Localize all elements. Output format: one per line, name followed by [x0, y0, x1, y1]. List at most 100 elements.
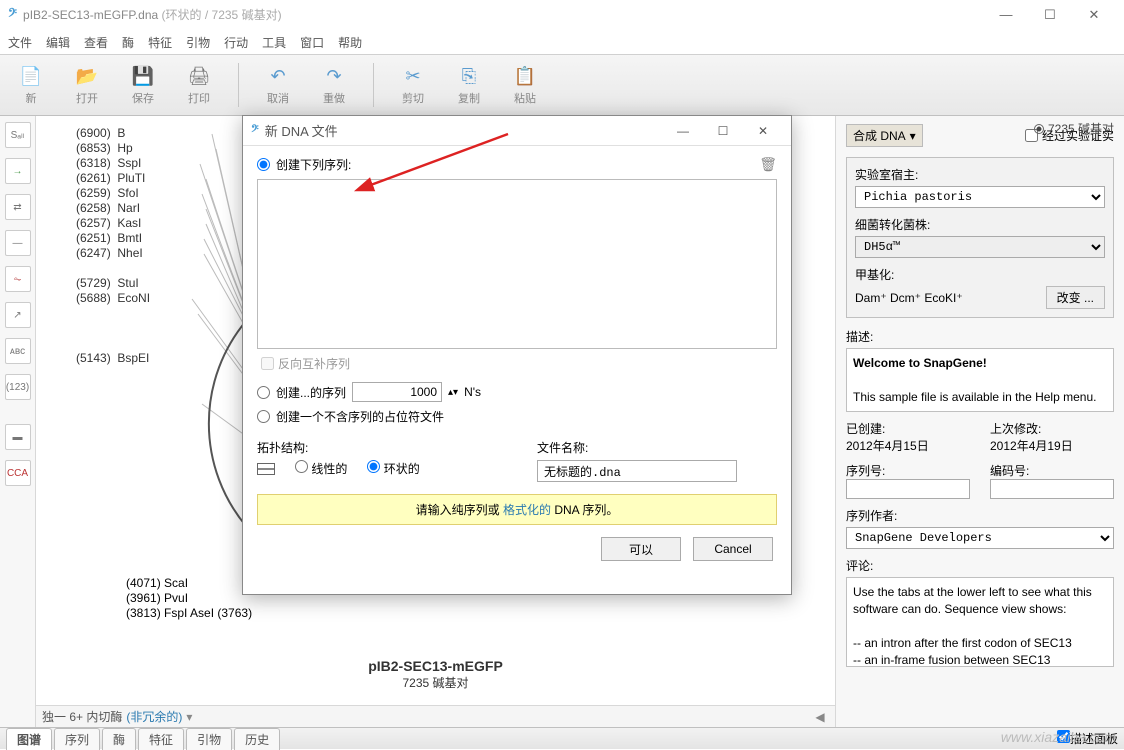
- new-button[interactable]: 📄新: [10, 64, 52, 106]
- tool-1[interactable]: →: [5, 158, 31, 184]
- meth-value: Dam⁺ Dcm⁺ EcoKI⁺: [855, 291, 963, 305]
- window-title: pIB2-SEC13-mEGFP.dna (环状的 / 7235 碱基对): [23, 6, 282, 23]
- strain-select[interactable]: DH5α™: [855, 236, 1105, 258]
- plasmid-size: 7235 碱基对: [368, 674, 503, 691]
- open-button[interactable]: 📂打开: [66, 64, 108, 106]
- dialog-maximize-button[interactable]: ☐: [703, 117, 743, 145]
- tool-5[interactable]: ↗: [5, 302, 31, 328]
- menu-file[interactable]: 文件: [8, 34, 32, 51]
- ns-label: N's: [464, 385, 481, 399]
- tab-features[interactable]: 特征: [138, 728, 184, 750]
- menu-view[interactable]: 查看: [84, 34, 108, 51]
- strain-label: 细菌转化菌株:: [855, 216, 1105, 233]
- tool-2[interactable]: ⇄: [5, 194, 31, 220]
- opt-sequence-label: 创建下列序列:: [276, 156, 351, 173]
- tool-9[interactable]: CCA: [5, 460, 31, 486]
- tool-7[interactable]: (123): [5, 374, 31, 400]
- cut-button[interactable]: ✂剪切: [392, 64, 434, 106]
- host-select[interactable]: Pichia pastoris: [855, 186, 1105, 208]
- opt-length-radio[interactable]: [257, 386, 270, 399]
- tool-8[interactable]: ▬: [5, 424, 31, 450]
- undo-button[interactable]: ↶取消: [257, 64, 299, 106]
- seqno-label: 序列号:: [846, 464, 885, 478]
- tab-enzymes[interactable]: 酶: [102, 728, 136, 750]
- tab-sequence[interactable]: 序列: [54, 728, 100, 750]
- cut-icon: ✂: [399, 64, 427, 88]
- menu-primer[interactable]: 引物: [186, 34, 210, 51]
- close-button[interactable]: ✕: [1072, 1, 1116, 29]
- linear-radio[interactable]: 线性的: [295, 460, 347, 477]
- menu-feature[interactable]: 特征: [148, 34, 172, 51]
- author-label: 序列作者:: [846, 507, 1114, 524]
- created-label: 已创建:: [846, 422, 885, 436]
- desc-label: 描述:: [846, 328, 1114, 345]
- change-button[interactable]: 改变 ...: [1046, 286, 1105, 309]
- cancel-button[interactable]: Cancel: [693, 537, 773, 561]
- desc-body: This sample file is available in the Hel…: [853, 390, 1096, 404]
- scroll-left-icon[interactable]: ◀: [811, 710, 829, 724]
- copy-button[interactable]: ⎘复制: [448, 64, 490, 106]
- dna-type-dropdown[interactable]: 合成 DNA▾: [846, 124, 923, 147]
- tab-map[interactable]: 图谱: [6, 728, 52, 750]
- minimize-button[interactable]: —: [984, 1, 1028, 29]
- trash-icon[interactable]: 🗑: [759, 156, 777, 173]
- opt-placeholder-label: 创建一个不含序列的占位符文件: [276, 408, 444, 425]
- tool-4[interactable]: ⏦: [5, 266, 31, 292]
- host-label: 实验室宿主:: [855, 166, 1105, 183]
- modified-value: 2012年4月19日: [990, 439, 1073, 453]
- tool-6[interactable]: ᴀʙᴄ: [5, 338, 31, 364]
- menu-help[interactable]: 帮助: [338, 34, 362, 51]
- seqno-input[interactable]: [846, 479, 970, 499]
- canvas-footer: 独一 6+ 内切酶 (非冗余的) ▾ ◀: [36, 705, 835, 727]
- footer-link[interactable]: (非冗余的): [126, 708, 182, 725]
- dialog-titlebar: 𝄢 新 DNA 文件 — ☐ ✕: [243, 116, 791, 146]
- tab-history[interactable]: 历史: [234, 728, 280, 750]
- print-button[interactable]: 🖨打印: [178, 64, 220, 106]
- tool-3[interactable]: —: [5, 230, 31, 256]
- redo-icon: ↷: [320, 64, 348, 88]
- tool-0[interactable]: Sₐₗₗ: [5, 122, 31, 148]
- meth-label: 甲基化:: [855, 266, 1105, 283]
- redo-button[interactable]: ↷重做: [313, 64, 355, 106]
- comment-box[interactable]: Use the tabs at the lower left to see wh…: [846, 577, 1114, 667]
- menu-action[interactable]: 行动: [224, 34, 248, 51]
- new-dna-dialog: 𝄢 新 DNA 文件 — ☐ ✕ 创建下列序列: 🗑 反向互补序列 创建...的…: [242, 115, 792, 595]
- modified-label: 上次修改:: [990, 422, 1041, 436]
- host-section: 实验室宿主: Pichia pastoris 细菌转化菌株: DH5α™ 甲基化…: [846, 157, 1114, 318]
- revcomp-label: 反向互补序列: [278, 355, 350, 372]
- linear-icon: [257, 463, 275, 475]
- sequence-textarea[interactable]: [257, 179, 777, 349]
- tab-primers[interactable]: 引物: [186, 728, 232, 750]
- print-icon: 🖨: [185, 64, 213, 88]
- menu-tool[interactable]: 工具: [262, 34, 286, 51]
- menu-enzyme[interactable]: 酶: [122, 34, 134, 51]
- circular-radio[interactable]: 环状的: [367, 460, 419, 477]
- opt-placeholder-radio[interactable]: [257, 410, 270, 423]
- menu-edit[interactable]: 编辑: [46, 34, 70, 51]
- paste-button[interactable]: 📋粘贴: [504, 64, 546, 106]
- opt-sequence-radio[interactable]: [257, 158, 270, 171]
- revcomp-checkbox: [261, 357, 274, 370]
- ok-button[interactable]: 可以: [601, 537, 681, 561]
- save-button[interactable]: 💾保存: [122, 64, 164, 106]
- undo-icon: ↶: [264, 64, 292, 88]
- bp-count: 7235 碱基对: [1048, 120, 1114, 137]
- code-label: 编码号:: [990, 464, 1029, 478]
- menu-window[interactable]: 窗口: [300, 34, 324, 51]
- description-box[interactable]: Welcome to SnapGene! This sample file is…: [846, 348, 1114, 412]
- dialog-close-button[interactable]: ✕: [743, 117, 783, 145]
- length-input[interactable]: [352, 382, 442, 402]
- app-logo: 𝄢: [8, 6, 17, 23]
- dialog-minimize-button[interactable]: —: [663, 117, 703, 145]
- filename-label: 文件名称:: [537, 439, 777, 456]
- file-meta: (环状的 / 7235 碱基对): [158, 8, 281, 22]
- maximize-button[interactable]: ☐: [1028, 1, 1072, 29]
- copy-icon: ⎘: [455, 64, 483, 88]
- format-link[interactable]: 格式化的: [503, 503, 551, 517]
- watermark: www.xiazaiba.com: [1001, 729, 1116, 745]
- author-select[interactable]: SnapGene Developers: [846, 527, 1114, 549]
- filename-input[interactable]: [537, 460, 737, 482]
- chevron-down-icon: ▾: [910, 129, 916, 143]
- code-input[interactable]: [990, 479, 1114, 499]
- save-icon: 💾: [129, 64, 157, 88]
